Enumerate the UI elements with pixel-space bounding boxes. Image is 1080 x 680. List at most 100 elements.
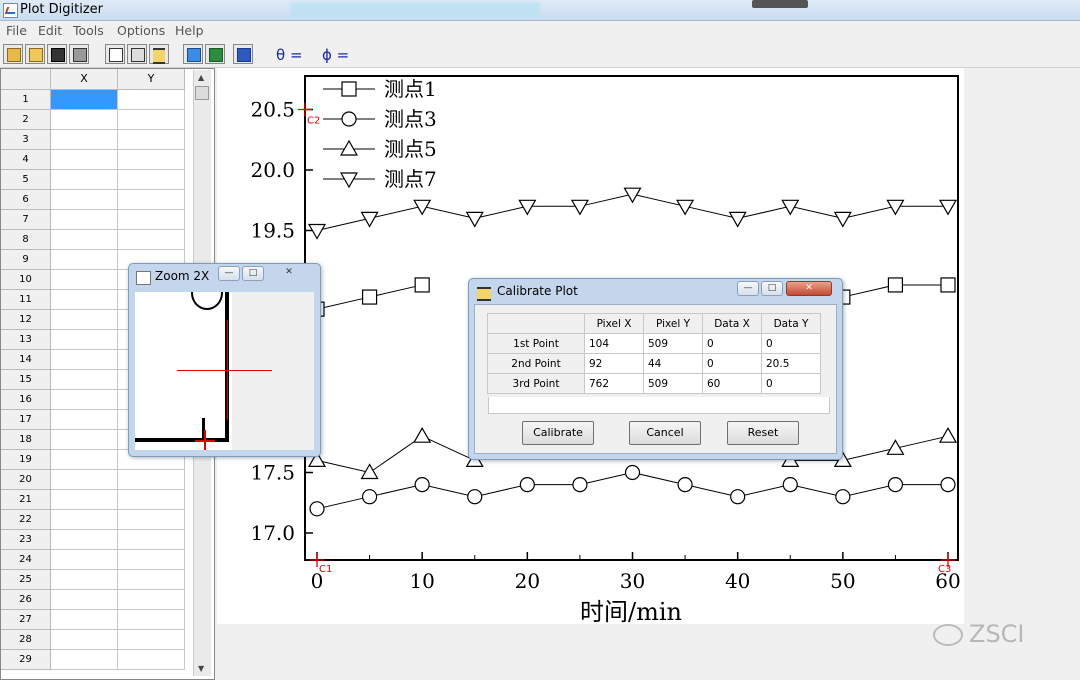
row-header[interactable]: 7 — [1, 210, 51, 230]
cell-y[interactable] — [118, 590, 185, 610]
calibration-cell[interactable]: 92 — [584, 353, 644, 374]
calibrate-dialog[interactable]: Calibrate Plot — □ ✕ Pixel X Pixel Y Data … — [468, 278, 843, 460]
reset-button[interactable]: Reset — [727, 421, 799, 445]
row-header[interactable]: 8 — [1, 230, 51, 250]
row-header[interactable]: 3 — [1, 130, 51, 150]
row-header[interactable]: 13 — [1, 330, 51, 350]
row-header[interactable]: 21 — [1, 490, 51, 510]
calibration-cell[interactable]: 509 — [643, 373, 703, 394]
cell-y[interactable] — [118, 550, 185, 570]
scroll-down-icon[interactable]: ▼ — [198, 664, 204, 673]
cell-x[interactable] — [51, 210, 118, 230]
zoom-window[interactable]: Zoom 2X — □ ✕ — [128, 263, 321, 457]
calibration-cell[interactable]: 0 — [702, 333, 762, 354]
calibration-cell[interactable]: 0 — [702, 353, 762, 374]
row-header[interactable]: 14 — [1, 350, 51, 370]
cell-y[interactable] — [118, 230, 185, 250]
row-header[interactable]: 23 — [1, 530, 51, 550]
excel-icon[interactable] — [205, 44, 225, 64]
cancel-button[interactable]: Cancel — [629, 421, 701, 445]
calibration-cell[interactable]: 44 — [643, 353, 703, 374]
maximize-button[interactable]: □ — [242, 266, 264, 281]
row-header[interactable]: 6 — [1, 190, 51, 210]
row-header[interactable]: 5 — [1, 170, 51, 190]
row-header[interactable]: 2 — [1, 110, 51, 130]
close-button[interactable]: ✕ — [266, 266, 312, 281]
row-header[interactable]: 18 — [1, 430, 51, 450]
row-header[interactable]: 28 — [1, 630, 51, 650]
paste-icon[interactable] — [127, 44, 147, 64]
row-header[interactable]: 24 — [1, 550, 51, 570]
calibration-cell[interactable]: 104 — [584, 333, 644, 354]
calibration-cell[interactable]: 60 — [702, 373, 762, 394]
calibration-cell[interactable]: 0 — [761, 333, 821, 354]
cell-x[interactable] — [51, 390, 118, 410]
cell-y[interactable] — [118, 570, 185, 590]
scroll-thumb[interactable] — [195, 86, 209, 100]
cell-x[interactable] — [51, 330, 118, 350]
minimize-button[interactable]: — — [218, 266, 240, 281]
calibration-cell[interactable]: 0 — [761, 373, 821, 394]
cell-x[interactable] — [51, 530, 118, 550]
cell-x[interactable] — [51, 270, 118, 290]
minimize-button[interactable]: — — [737, 281, 759, 296]
row-header[interactable]: 12 — [1, 310, 51, 330]
row-header[interactable]: 16 — [1, 390, 51, 410]
row-header[interactable]: 29 — [1, 650, 51, 670]
cell-y[interactable] — [118, 610, 185, 630]
cell-x[interactable] — [51, 470, 118, 490]
cell-y[interactable] — [118, 530, 185, 550]
cell-x[interactable] — [51, 510, 118, 530]
menu-file[interactable]: File — [6, 23, 27, 38]
calibration-cell[interactable]: 509 — [643, 333, 703, 354]
calibration-cell[interactable]: 762 — [584, 373, 644, 394]
row-header[interactable]: 17 — [1, 410, 51, 430]
cell-x[interactable] — [51, 590, 118, 610]
cell-x[interactable] — [51, 370, 118, 390]
calibration-cell[interactable]: 20.5 — [761, 353, 821, 374]
cell-y[interactable] — [118, 490, 185, 510]
row-header[interactable]: 25 — [1, 570, 51, 590]
cell-x[interactable] — [51, 90, 118, 110]
chart-icon[interactable] — [183, 44, 203, 64]
cell-x[interactable] — [51, 550, 118, 570]
scroll-up-icon[interactable]: ▲ — [198, 73, 204, 82]
row-header[interactable]: 20 — [1, 470, 51, 490]
digitize-icon[interactable] — [105, 44, 125, 64]
cell-x[interactable] — [51, 230, 118, 250]
copy-icon[interactable] — [47, 44, 67, 64]
calibrate-icon[interactable] — [149, 44, 169, 64]
cell-x[interactable] — [51, 250, 118, 270]
cell-x[interactable] — [51, 630, 118, 650]
menu-tools[interactable]: Tools — [73, 23, 104, 38]
row-header[interactable]: 22 — [1, 510, 51, 530]
cell-y[interactable] — [118, 90, 185, 110]
cell-y[interactable] — [118, 630, 185, 650]
row-header[interactable]: 11 — [1, 290, 51, 310]
cell-x[interactable] — [51, 110, 118, 130]
open-folder-icon[interactable] — [25, 44, 45, 64]
open-icon[interactable] — [3, 44, 23, 64]
row-header[interactable]: 15 — [1, 370, 51, 390]
print-icon[interactable] — [69, 44, 89, 64]
cell-y[interactable] — [118, 150, 185, 170]
cell-y[interactable] — [118, 210, 185, 230]
cell-y[interactable] — [118, 190, 185, 210]
cell-x[interactable] — [51, 610, 118, 630]
cell-x[interactable] — [51, 570, 118, 590]
cell-x[interactable] — [51, 650, 118, 670]
cell-y[interactable] — [118, 110, 185, 130]
row-header[interactable]: 9 — [1, 250, 51, 270]
column-header-x[interactable]: X — [51, 69, 118, 90]
cell-x[interactable] — [51, 350, 118, 370]
row-header[interactable]: 19 — [1, 450, 51, 470]
menu-edit[interactable]: Edit — [38, 23, 62, 38]
cell-x[interactable] — [51, 410, 118, 430]
cell-x[interactable] — [51, 310, 118, 330]
menu-help[interactable]: Help — [175, 23, 204, 38]
row-header[interactable]: 26 — [1, 590, 51, 610]
cell-y[interactable] — [118, 130, 185, 150]
row-header[interactable]: 27 — [1, 610, 51, 630]
menu-options[interactable]: Options — [117, 23, 165, 38]
cell-x[interactable] — [51, 190, 118, 210]
